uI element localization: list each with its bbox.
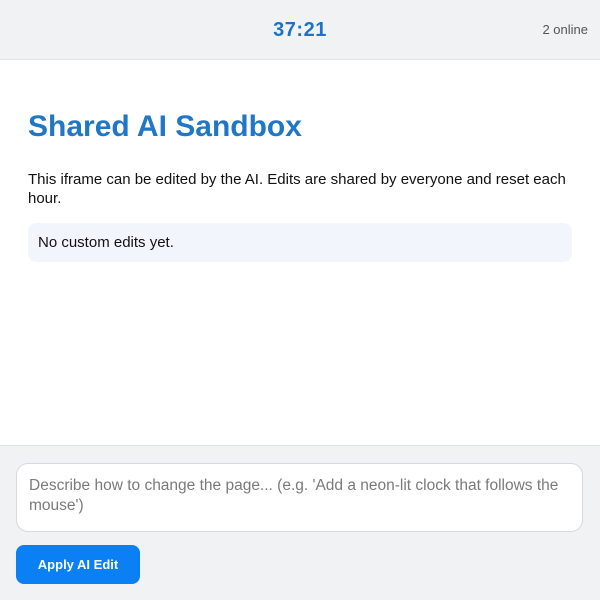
apply-ai-edit-button[interactable]: Apply AI Edit — [16, 545, 140, 584]
top-bar: 37:21 2 online — [0, 0, 600, 60]
page-title: Shared AI Sandbox — [28, 110, 302, 143]
sandbox-iframe: Shared AI Sandbox This iframe can be edi… — [0, 60, 600, 446]
app-root: 37:21 2 online Shared AI Sandbox This if… — [0, 0, 600, 600]
sandbox-description: This iframe can be edited by the AI. Edi… — [28, 171, 566, 207]
edits-status-box: No custom edits yet. — [28, 223, 572, 262]
countdown-timer: 37:21 — [273, 19, 327, 41]
online-count: 2 online — [542, 22, 588, 37]
edit-prompt-input[interactable] — [16, 463, 583, 532]
